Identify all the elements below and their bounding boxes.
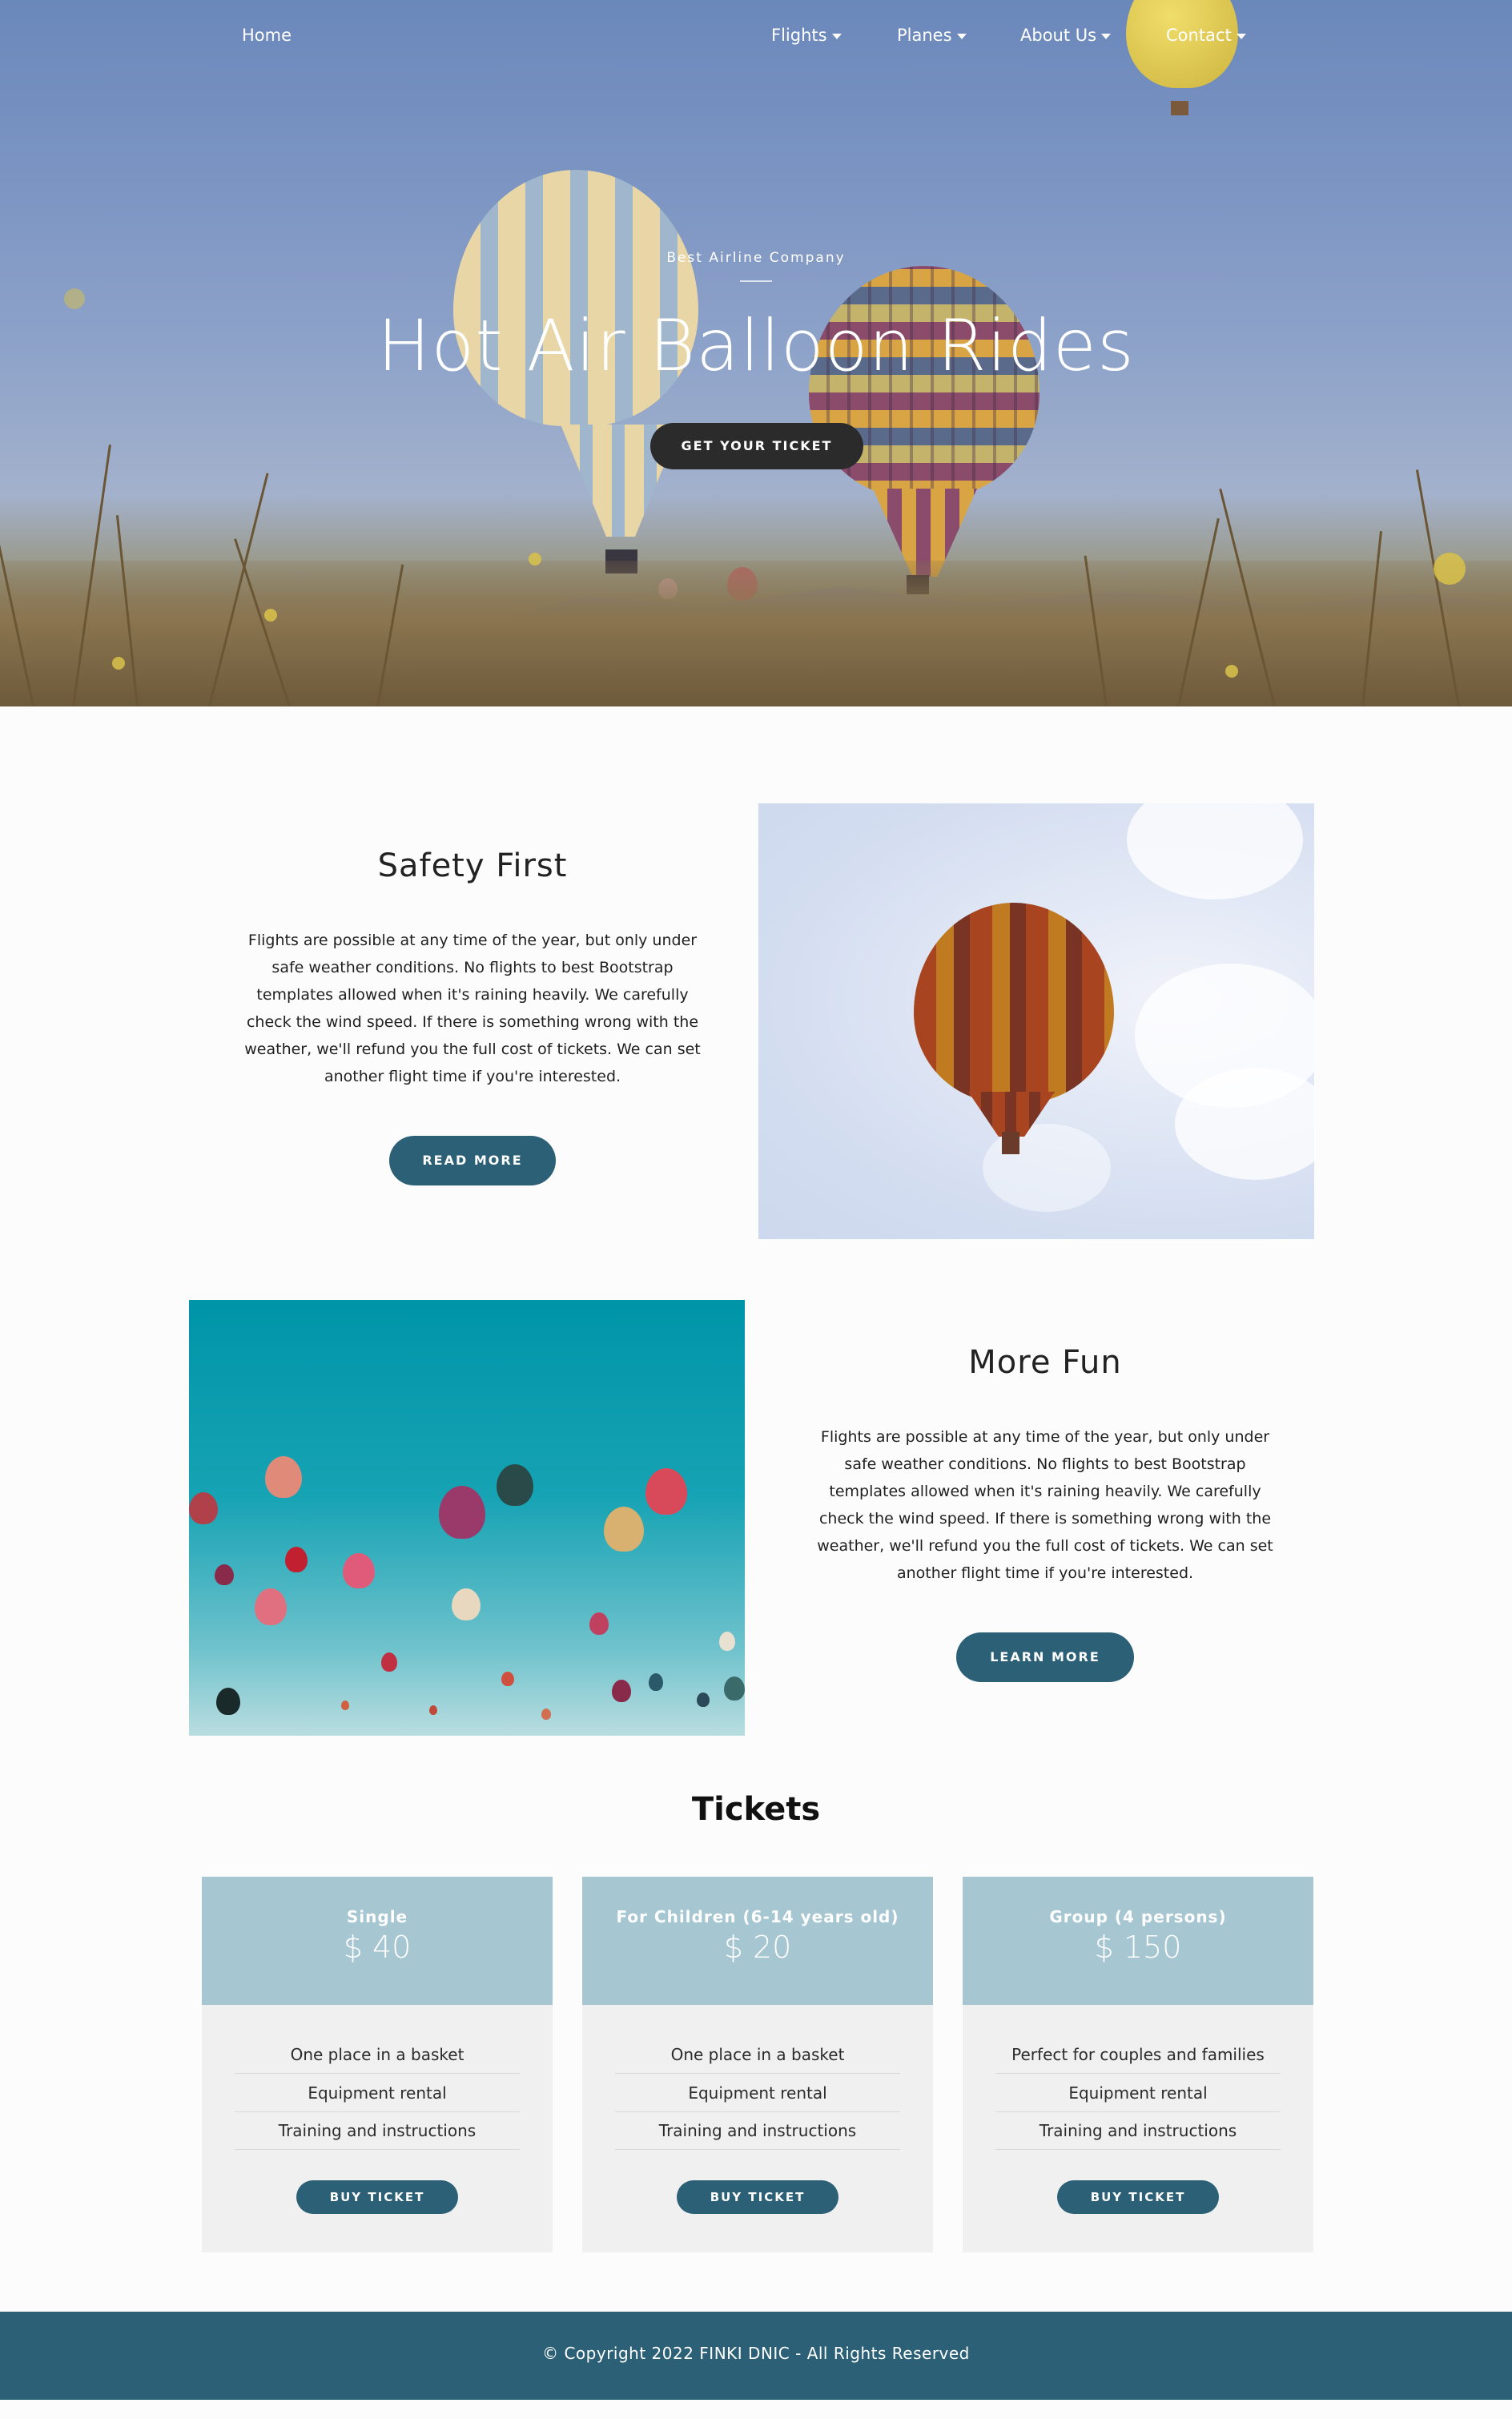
ticket-card-header: Group (4 persons) $ 150 (963, 1877, 1313, 2005)
mini-balloon (697, 1692, 710, 1707)
safety-title: Safety First (377, 847, 568, 884)
buy-ticket-button[interactable]: BUY TICKET (677, 2180, 838, 2214)
mini-balloon (216, 1688, 240, 1715)
mini-balloon (589, 1612, 609, 1635)
mini-balloon (343, 1553, 375, 1588)
ticket-card-header: For Children (6-14 years old) $ 20 (582, 1877, 933, 2005)
mini-balloon (724, 1676, 745, 1701)
single-balloon-basket (1002, 1132, 1019, 1154)
mini-balloon (439, 1486, 485, 1539)
nav-home-label: Home (242, 26, 292, 45)
tickets-title: Tickets (691, 1791, 821, 1828)
read-more-button[interactable]: READ MORE (389, 1136, 556, 1185)
ticket-feature: Training and instructions (235, 2111, 520, 2150)
ticket-name: For Children (6-14 years old) (616, 1907, 899, 1926)
caret-down-icon (1236, 33, 1246, 39)
single-balloon (914, 903, 1114, 1103)
mini-balloon (541, 1709, 551, 1720)
ticket-feature: Equipment rental (995, 2074, 1281, 2112)
ticket-price: $ 40 (343, 1930, 412, 1965)
nav-contact[interactable]: Contact (1166, 26, 1246, 45)
caret-down-icon (831, 33, 842, 39)
hero-divider (740, 280, 772, 282)
flower (529, 553, 541, 566)
mini-balloon (501, 1672, 514, 1686)
more-fun-text: Flights are possible at any time of the … (817, 1428, 1273, 1582)
mini-balloon (645, 1468, 687, 1515)
nav-flights[interactable]: Flights (771, 26, 842, 45)
nav-planes-label: Planes (897, 26, 952, 45)
ticket-price: $ 20 (723, 1930, 792, 1965)
mini-balloon (452, 1588, 481, 1620)
ticket-feature: Training and instructions (615, 2111, 900, 2150)
cloud (1127, 803, 1303, 900)
ticket-name: Group (4 persons) (1049, 1907, 1227, 1926)
nav-planes[interactable]: Planes (897, 26, 967, 45)
ticket-card-group: Group (4 persons) $ 150 Perfect for coup… (963, 1877, 1313, 2252)
nav-about[interactable]: About Us (1020, 26, 1112, 45)
footer: © Copyright 2022 FINKI DNIC - All Rights… (0, 2312, 1512, 2400)
ticket-feature: Equipment rental (235, 2074, 520, 2112)
ticket-price: $ 150 (1094, 1930, 1182, 1965)
flower (112, 657, 125, 670)
nav-flights-label: Flights (771, 26, 827, 45)
buy-ticket-button[interactable]: BUY TICKET (296, 2180, 458, 2214)
mini-balloon (649, 1673, 663, 1691)
flower (264, 609, 277, 622)
mini-balloon (612, 1680, 631, 1702)
nav-home[interactable]: Home (242, 26, 292, 45)
caret-down-icon (1101, 33, 1112, 39)
hero-title: Hot Air Balloon Rides (377, 304, 1135, 387)
flower (1434, 553, 1466, 585)
hero-balloon-yellow-basket (1171, 101, 1188, 115)
ticket-feature: One place in a basket (615, 2035, 900, 2074)
nav-about-label: About Us (1020, 26, 1097, 45)
mini-balloon (215, 1564, 234, 1585)
balloon-sky-image (758, 803, 1314, 1239)
ticket-feature: Training and instructions (995, 2111, 1281, 2150)
buy-ticket-button[interactable]: BUY TICKET (1057, 2180, 1219, 2214)
ticket-card-children: For Children (6-14 years old) $ 20 One p… (582, 1877, 933, 2252)
ticket-feature: Equipment rental (615, 2074, 900, 2112)
ticket-feature: One place in a basket (235, 2035, 520, 2074)
hero-balloon-striped (453, 170, 698, 426)
get-ticket-button[interactable]: GET YOUR TICKET (650, 423, 863, 469)
mini-balloon (604, 1507, 644, 1552)
mini-balloon (341, 1701, 349, 1710)
mini-balloon (255, 1588, 287, 1625)
mini-balloon (285, 1547, 308, 1572)
safety-text: Flights are possible at any time of the … (244, 932, 701, 1085)
ticket-name: Single (346, 1907, 408, 1926)
ticket-card-header: Single $ 40 (202, 1877, 553, 2005)
nav-contact-label: Contact (1166, 26, 1232, 45)
mini-balloon (189, 1492, 218, 1524)
ticket-feature: Perfect for couples and families (995, 2035, 1281, 2074)
flower (1225, 665, 1238, 678)
hero-subtitle: Best Airline Company (666, 250, 846, 266)
hero-section: Home Flights Planes About Us Contact Bes… (0, 0, 1512, 706)
more-fun-title: More Fun (968, 1344, 1122, 1381)
balloons-teal-image (189, 1300, 745, 1736)
caret-down-icon (956, 33, 967, 39)
main-nav: Home Flights Planes About Us Contact (0, 0, 1512, 72)
ticket-card-single: Single $ 40 One place in a basket Equipm… (202, 1877, 553, 2252)
learn-more-button[interactable]: LEARN MORE (956, 1632, 1134, 1682)
copyright-text: © Copyright 2022 FINKI DNIC - All Rights… (542, 2344, 970, 2363)
mini-balloon (381, 1652, 397, 1672)
mini-balloon (497, 1464, 533, 1506)
mini-balloon (429, 1705, 437, 1715)
mini-balloon (265, 1456, 302, 1498)
mini-balloon (719, 1632, 735, 1651)
